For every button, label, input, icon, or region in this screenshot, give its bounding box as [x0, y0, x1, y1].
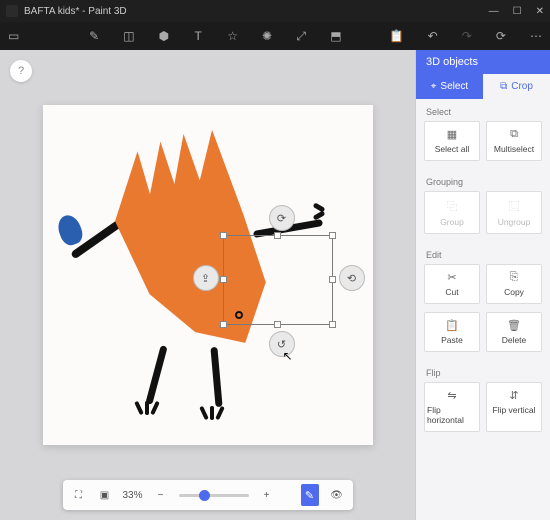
window-title: BAFTA kids* - Paint 3D — [24, 6, 489, 17]
paste-label: Paste — [441, 335, 463, 345]
history-icon[interactable]: ⟳ — [496, 29, 506, 43]
flip-horizontal-label: Flip horizontal — [427, 405, 477, 425]
ungroup-label: Ungroup — [498, 217, 531, 227]
crop-icon: ⧉ — [500, 81, 507, 92]
select-all-icon: ▦ — [447, 128, 457, 141]
paste-button[interactable]: 📋 Paste — [424, 312, 480, 352]
select-mode-tab[interactable]: ⌖ Select — [416, 74, 483, 99]
artwork-creature[interactable]: ⟳ ⇪ ⟲ ↺ ↖ — [63, 125, 343, 425]
copy-label: Copy — [504, 287, 524, 297]
paste-icon: 📋 — [445, 319, 459, 332]
flip-horizontal-icon: ⇋ — [447, 389, 456, 402]
section-grouping: Grouping — [416, 169, 550, 191]
zoom-bar: ⛶ ▣ 33% − + ✎ 👁 — [62, 480, 352, 510]
delete-label: Delete — [502, 335, 527, 345]
handle-top-right[interactable] — [329, 232, 336, 239]
zoom-in-button[interactable]: + — [259, 487, 275, 503]
app-logo — [6, 5, 18, 17]
section-select: Select — [416, 99, 550, 121]
handle-bottom-mid[interactable] — [274, 321, 281, 328]
canvas-icon[interactable]: ⤢ — [296, 29, 306, 43]
creature-hand-left — [54, 212, 85, 248]
creature-foot-right — [198, 405, 228, 420]
more-icon[interactable]: ⋯ — [530, 29, 542, 43]
canvas-area: ? — [0, 50, 415, 520]
select-all-label: Select all — [435, 144, 470, 154]
redo-icon[interactable]: ↷ — [462, 29, 472, 43]
fit-screen-icon[interactable]: ⛶ — [70, 487, 86, 503]
paste-icon[interactable]: 📋 — [390, 29, 404, 43]
group-icon: ⿻ — [447, 198, 458, 214]
close-button[interactable]: ✕ — [536, 6, 544, 17]
zoom-value[interactable]: 33% — [122, 490, 142, 501]
flip-vertical-button[interactable]: ⇵ Flip vertical — [486, 382, 542, 432]
mode-tabs: ⌖ Select ⧉ Crop — [416, 74, 550, 99]
creature-foot-left — [133, 400, 163, 415]
select-all-button[interactable]: ▦ Select all — [424, 121, 480, 161]
toolbar: ▭ ✎ ◫ ⬢ T ☆ ✺ ⤢ ⬒ 📋 ↶ ↷ ⟳ ⋯ — [0, 22, 550, 50]
3d-shapes-icon[interactable]: ⬢ — [159, 29, 169, 43]
menu-icon[interactable]: ▭ — [8, 29, 19, 43]
window-controls: ― ☐ ✕ — [489, 6, 544, 17]
section-edit: Edit — [416, 242, 550, 264]
crop-mode-tab[interactable]: ⧉ Crop — [483, 74, 550, 99]
select-mode-label: Select — [440, 81, 468, 92]
section-flip: Flip — [416, 360, 550, 382]
rotate-z-gizmo[interactable]: ⟳ — [269, 205, 295, 231]
creature-leg-right — [210, 347, 222, 407]
panel-title: 3D objects — [416, 50, 550, 74]
handle-top-mid[interactable] — [274, 232, 281, 239]
ungroup-button: ⿺ Ungroup — [486, 191, 542, 234]
cut-button[interactable]: ✂ Cut — [424, 264, 480, 304]
delete-button[interactable]: 🗑 Delete — [486, 312, 542, 352]
title-bar: BAFTA kids* - Paint 3D ― ☐ ✕ — [0, 0, 550, 22]
flip-vertical-icon: ⇵ — [509, 389, 518, 402]
copy-icon: ⎘ — [510, 271, 519, 284]
minimize-button[interactable]: ― — [489, 6, 499, 17]
multiselect-button[interactable]: ⧉ Multiselect — [486, 121, 542, 161]
stickers-icon[interactable]: ☆ — [227, 29, 238, 43]
brush-tool-icon[interactable]: ✎ — [89, 29, 99, 43]
eye-icon[interactable]: 👁 — [329, 487, 345, 503]
handle-top-left[interactable] — [220, 232, 227, 239]
canvas[interactable]: ⟳ ⇪ ⟲ ↺ ↖ — [43, 105, 373, 445]
undo-icon[interactable]: ↶ — [428, 29, 438, 43]
actual-size-icon[interactable]: ▣ — [96, 487, 112, 503]
maximize-button[interactable]: ☐ — [513, 6, 522, 17]
ungroup-icon: ⿺ — [509, 198, 520, 214]
library-icon[interactable]: ⬒ — [330, 29, 341, 43]
multiselect-icon: ⧉ — [510, 128, 518, 141]
flip-horizontal-button[interactable]: ⇋ Flip horizontal — [424, 382, 480, 432]
delete-icon: 🗑 — [507, 319, 521, 332]
cursor-icon: ↖ — [283, 349, 293, 363]
handle-mid-right[interactable] — [329, 276, 336, 283]
help-button[interactable]: ? — [10, 60, 32, 82]
copy-button[interactable]: ⎘ Copy — [486, 264, 542, 304]
creature-leg-left — [145, 345, 167, 405]
flip-vertical-label: Flip vertical — [493, 405, 536, 415]
handle-bottom-left[interactable] — [220, 321, 227, 328]
side-panel: 3D objects ⌖ Select ⧉ Crop Select ▦ Sele… — [415, 50, 550, 520]
cursor-icon: ⌖ — [431, 81, 437, 92]
selection-box[interactable] — [223, 235, 333, 325]
handle-bottom-right[interactable] — [329, 321, 336, 328]
group-button: ⿻ Group — [424, 191, 480, 234]
zoom-slider[interactable] — [179, 494, 249, 497]
view-3d-button[interactable]: ✎ — [301, 484, 319, 506]
multiselect-label: Multiselect — [494, 144, 534, 154]
cut-label: Cut — [445, 287, 458, 297]
workspace: ? — [0, 50, 550, 520]
zoom-slider-thumb[interactable] — [199, 490, 210, 501]
rotate-y-gizmo[interactable]: ⟲ — [339, 265, 365, 291]
text-tool-icon[interactable]: T — [193, 29, 203, 43]
handle-mid-left[interactable] — [220, 276, 227, 283]
group-label: Group — [440, 217, 464, 227]
cut-icon: ✂ — [447, 271, 456, 284]
2d-shapes-icon[interactable]: ◫ — [123, 29, 134, 43]
effects-icon[interactable]: ✺ — [262, 29, 272, 43]
zoom-out-button[interactable]: − — [153, 487, 169, 503]
creature-hand-right — [313, 203, 331, 221]
crop-mode-label: Crop — [511, 81, 533, 92]
depth-gizmo[interactable]: ⇪ — [193, 265, 219, 291]
